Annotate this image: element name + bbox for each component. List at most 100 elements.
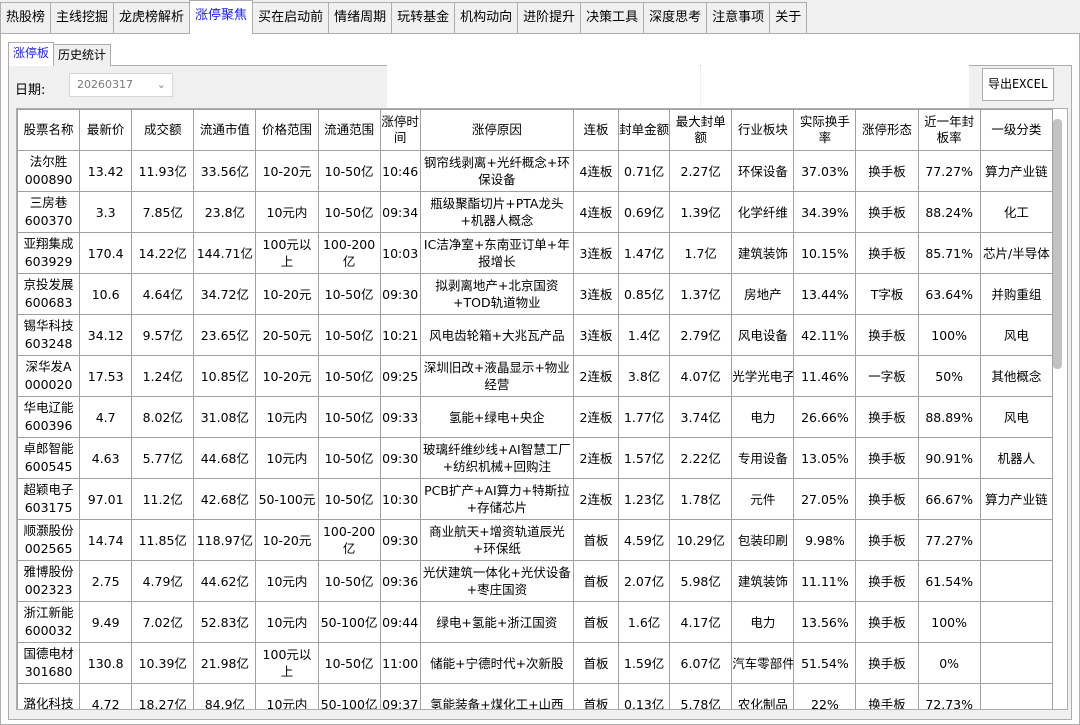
column-header[interactable]: 涨停形态 [855, 109, 919, 151]
tab-7[interactable]: 机构动向 [454, 2, 519, 34]
sub-tab-0[interactable]: 涨停板 [8, 42, 55, 66]
table-row[interactable]: 华电辽能 600396 4.7 8.02亿 31.08亿 10元内 10-50亿 09:33 氢… [17, 396, 1054, 438]
table-scrollbar[interactable] [1053, 119, 1062, 369]
column-header[interactable]: 流通市值 [193, 109, 257, 151]
table-cell: 化学纤维 [731, 191, 795, 233]
table-cell: 1.77亿 [618, 396, 671, 438]
table-cell: 3连板 [572, 232, 620, 274]
table-cell: 10元内 [255, 560, 319, 602]
column-header[interactable]: 成交额 [131, 109, 195, 151]
table-cell: 4.72 [79, 683, 133, 709]
column-header[interactable]: 涨停原因 [419, 109, 574, 151]
table-row[interactable]: 锡华科技 603248 34.12 9.57亿 23.65亿 20-50元 10-50亿 10… [17, 314, 1054, 356]
table-cell: 首板 [572, 519, 620, 561]
table-cell: 4.7 [79, 396, 133, 438]
table-cell: 2.27亿 [669, 150, 733, 192]
table-row[interactable]: 浙江新能 600032 9.49 7.02亿 52.83亿 10元内 50-100亿 09:4… [17, 601, 1054, 643]
table-cell: 0% [917, 642, 981, 684]
column-header[interactable]: 价格范围 [255, 109, 319, 151]
column-header[interactable]: 股票名称 [17, 109, 81, 151]
column-header[interactable]: 最大封单额 [669, 109, 733, 151]
table-cell: 氢能+绿电+央企 [419, 396, 574, 438]
table-cell: 34.72亿 [193, 273, 257, 315]
stock-code: 600370 [24, 213, 73, 228]
tab-1[interactable]: 主线挖掘 [50, 2, 115, 34]
tab-5[interactable]: 情绪周期 [328, 2, 393, 34]
stock-code: 600396 [24, 418, 73, 433]
table-cell: 光学光电子 [731, 355, 795, 397]
column-header[interactable]: 行业板块 [731, 109, 795, 151]
tab-12[interactable]: 关于 [769, 2, 808, 34]
tab-11[interactable]: 注意事项 [706, 2, 771, 34]
table-cell: 首板 [572, 642, 620, 684]
column-header[interactable]: 实际换手率 [793, 109, 857, 151]
table-cell: 氢能装备+煤化工+山西 [419, 683, 574, 709]
table-row[interactable]: 顺灏股份 002565 14.74 11.85亿 118.97亿 10-20元 100-20… [17, 519, 1054, 561]
table-cell: 17.53 [79, 355, 133, 397]
table-cell: 13.05% [793, 437, 857, 479]
table-cell: 1.23亿 [618, 478, 671, 520]
table-cell [979, 560, 1054, 602]
column-header[interactable]: 近一年封板率 [917, 109, 981, 151]
tab-8[interactable]: 进阶提升 [517, 2, 582, 34]
table-cell: 10-20元 [255, 273, 319, 315]
stock-name-cell: 法尔胜 000890 [17, 150, 81, 192]
stock-name: 超颖电子 [23, 482, 74, 497]
table-cell: 风电 [979, 396, 1054, 438]
table-row[interactable]: 超颖电子 603175 97.01 11.2亿 42.68亿 50-100元 10-50亿 1… [17, 478, 1054, 520]
table-cell: 50-100亿 [317, 601, 381, 643]
column-header[interactable]: 封单金额 [618, 109, 671, 151]
table-row[interactable]: 国德电材 301680 130.8 10.39亿 21.98亿 100元以上 10-50亿 1… [17, 642, 1054, 684]
table-cell: 建筑装饰 [731, 232, 795, 274]
table-cell: 算力产业链 [979, 478, 1054, 520]
tab-6[interactable]: 玩转基金 [391, 2, 456, 34]
sub-tab-1[interactable]: 历史统计 [53, 44, 112, 66]
tab-9[interactable]: 决策工具 [580, 2, 645, 34]
tab-10[interactable]: 深度思考 [643, 2, 708, 34]
tab-2[interactable]: 龙虎榜解析 [113, 2, 191, 34]
table-cell: 88.24% [917, 191, 981, 233]
table-cell: 芯片/半导体 [979, 232, 1054, 274]
table-cell: 09:36 [379, 560, 421, 602]
tab-0[interactable]: 热股榜 [0, 2, 52, 34]
table-cell: 09:30 [379, 273, 421, 315]
table-cell: 换手板 [855, 150, 919, 192]
date-select[interactable]: 20260317 ⌄ [69, 73, 173, 97]
table-row[interactable]: 三房巷 600370 3.3 7.85亿 23.8亿 10元内 10-50亿 09:34 瓶级聚… [17, 191, 1054, 233]
table-row[interactable]: 京投发展 600683 10.6 4.64亿 34.72亿 10-20元 10-50亿 09:… [17, 273, 1054, 315]
column-header[interactable]: 连板 [572, 109, 620, 151]
table-cell: 66.67% [917, 478, 981, 520]
column-header[interactable]: 最新价 [79, 109, 133, 151]
stock-name: 潞化科技 [23, 696, 74, 710]
table-row[interactable]: 亚翔集成 603929 170.4 14.22亿 144.71亿 100元以上 100-20… [17, 232, 1054, 274]
column-header[interactable]: 一级分类 [979, 109, 1054, 151]
tab-4[interactable]: 买在启动前 [252, 2, 330, 34]
table-cell: 6.07亿 [669, 642, 733, 684]
table-row[interactable]: 雅博股份 002323 2.75 4.79亿 44.62亿 10元内 10-50亿 09:36… [17, 560, 1054, 602]
table-cell: 4连板 [572, 150, 620, 192]
table-cell: 50% [917, 355, 981, 397]
column-header[interactable]: 涨停时间 [379, 109, 421, 151]
table-cell: 1.57亿 [618, 437, 671, 479]
table-cell: 11.2亿 [131, 478, 195, 520]
table-cell: 10-50亿 [317, 273, 381, 315]
tab-3[interactable]: 涨停聚焦 [189, 0, 254, 34]
table-cell: 11.46% [793, 355, 857, 397]
table-cell: 1.6亿 [618, 601, 671, 643]
table-cell: 37.03% [793, 150, 857, 192]
table-row[interactable]: 卓郎智能 600545 4.63 5.77亿 44.68亿 10元内 10-50亿 09:30… [17, 437, 1054, 479]
column-header[interactable]: 流通范围 [317, 109, 381, 151]
stock-code: 000020 [24, 377, 73, 392]
table-row[interactable]: 法尔胜 000890 13.42 11.93亿 33.56亿 10-20元 10-50亿 10… [17, 150, 1054, 192]
table-cell: 0.69亿 [618, 191, 671, 233]
table-cell: 27.05% [793, 478, 857, 520]
table-cell: 10:30 [379, 478, 421, 520]
table-row[interactable]: 深华发A 000020 17.53 1.24亿 10.85亿 10-20元 10-50亿 09… [17, 355, 1054, 397]
table-cell: 52.83亿 [193, 601, 257, 643]
stock-name: 浙江新能 [23, 605, 74, 620]
table-row[interactable]: 潞化科技 4.72 18.27亿 84.9亿 10元内 50-100亿 09:37 氢能装备+… [17, 683, 1054, 710]
table-cell: 72.73% [917, 683, 981, 709]
export-excel-button[interactable]: 导出EXCEL [982, 68, 1054, 101]
table-cell: 118.97亿 [193, 519, 257, 561]
stock-name-cell: 锡华科技 603248 [17, 314, 81, 356]
